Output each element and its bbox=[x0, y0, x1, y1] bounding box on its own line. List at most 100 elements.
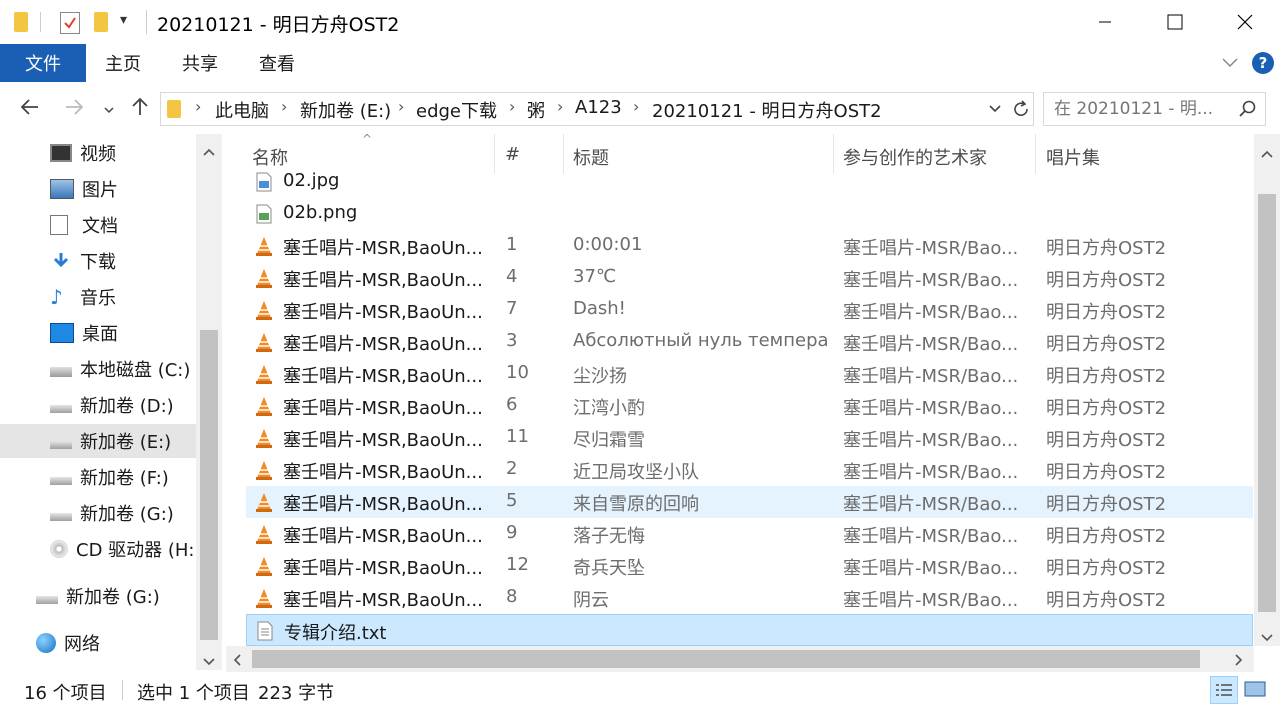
file-list-scroll-thumb[interactable] bbox=[1258, 194, 1276, 612]
album-name: 明日方舟OST2 bbox=[1046, 494, 1167, 515]
sidebar-item-drive-f[interactable]: 新加卷 (F:) bbox=[0, 460, 196, 494]
sidebar-item-music[interactable]: ♪ 音乐 bbox=[0, 280, 196, 314]
recent-locations-dropdown-icon[interactable] bbox=[102, 98, 116, 123]
file-row[interactable]: 塞壬唱片-MSR,BaoUn... 7 Dash! 塞壬唱片-MSR/Bao... 明日… bbox=[246, 294, 1253, 326]
file-row[interactable]: 塞壬唱片-MSR,BaoUn... 6 江湾小酌 塞壬唱片-MSR/Bao... 明日方… bbox=[246, 390, 1253, 422]
address-dropdown-icon[interactable] bbox=[987, 101, 1003, 121]
file-row[interactable]: 塞壬唱片-MSR,BaoUn... 8 阴云 塞壬唱片-MSR/Bao... 明日方舟O… bbox=[246, 582, 1253, 614]
track-title: 尘沙扬 bbox=[573, 366, 627, 387]
new-folder-icon[interactable] bbox=[94, 12, 108, 32]
sidebar-item-downloads[interactable]: 下载 bbox=[0, 244, 196, 278]
track-number: 12 bbox=[506, 554, 529, 575]
sidebar-item-videos[interactable]: 视频 bbox=[0, 136, 196, 170]
file-row[interactable]: 塞壬唱片-MSR,BaoUn... 4 37℃ 塞壬唱片-MSR/Bao... 明日方舟… bbox=[246, 262, 1253, 294]
vlc-media-icon bbox=[255, 460, 273, 480]
breadcrumb-separator-icon[interactable]: › bbox=[633, 97, 639, 116]
file-name: 塞壬唱片-MSR,BaoUn... bbox=[283, 302, 483, 323]
details-view-button[interactable] bbox=[1210, 676, 1238, 704]
scroll-down-icon[interactable] bbox=[202, 652, 216, 671]
breadcrumb-current-folder[interactable]: 20210121 - 明日方舟OST2 bbox=[652, 97, 882, 123]
breadcrumb-separator-icon[interactable]: › bbox=[509, 97, 515, 116]
contributing-artist: 塞壬唱片-MSR/Bao... bbox=[843, 590, 1019, 611]
album-name: 明日方舟OST2 bbox=[1046, 462, 1167, 483]
tab-file[interactable]: 文件 bbox=[0, 44, 86, 82]
sort-ascending-icon: ^ bbox=[362, 132, 373, 146]
drive-icon bbox=[50, 405, 72, 413]
column-header-number[interactable]: # bbox=[505, 144, 520, 165]
contributing-artist: 塞壬唱片-MSR/Bao... bbox=[843, 558, 1019, 579]
sidebar-item-drive-e[interactable]: 新加卷 (E:) bbox=[0, 424, 196, 458]
file-row[interactable]: 塞壬唱片-MSR,BaoUn... 10 尘沙扬 塞壬唱片-MSR/Bao... 明日方… bbox=[246, 358, 1253, 390]
large-icons-view-button[interactable] bbox=[1242, 676, 1270, 704]
tab-home[interactable]: 主页 bbox=[95, 44, 151, 82]
breadcrumb-separator-icon[interactable]: › bbox=[195, 97, 201, 116]
scroll-down-icon[interactable] bbox=[1260, 628, 1274, 647]
file-row[interactable]: 02b.png bbox=[246, 198, 1253, 230]
file-row[interactable]: 塞壬唱片-MSR,BaoUn... 2 近卫局攻坚小队 塞壬唱片-MSR/Bao...… bbox=[246, 454, 1253, 486]
scroll-right-icon[interactable] bbox=[1234, 652, 1244, 671]
breadcrumb-edge-downloads[interactable]: edge下载 bbox=[416, 97, 497, 123]
file-row[interactable]: 专辑介绍.txt bbox=[246, 614, 1253, 646]
help-icon[interactable]: ? bbox=[1252, 52, 1274, 74]
file-row[interactable]: 塞壬唱片-MSR,BaoUn... 1 0:00:01 塞壬唱片-MSR/Bao...… bbox=[246, 230, 1253, 262]
minimize-button[interactable] bbox=[1070, 0, 1140, 44]
scroll-up-icon[interactable] bbox=[202, 142, 216, 161]
search-box[interactable] bbox=[1043, 92, 1266, 126]
file-row[interactable]: 塞壬唱片-MSR,BaoUn... 3 Абсолютный нуль темпер… bbox=[246, 326, 1253, 358]
album-name: 明日方舟OST2 bbox=[1046, 366, 1167, 387]
properties-icon[interactable] bbox=[60, 12, 80, 34]
horizontal-scroll-thumb[interactable] bbox=[252, 650, 1200, 668]
close-button[interactable] bbox=[1210, 0, 1280, 44]
vlc-media-icon bbox=[255, 588, 273, 608]
sidebar-item-drive-d[interactable]: 新加卷 (D:) bbox=[0, 388, 196, 422]
search-icon[interactable] bbox=[1238, 99, 1258, 123]
expand-ribbon-icon[interactable] bbox=[1220, 52, 1240, 77]
sidebar-item-desktop[interactable]: 桌面 bbox=[0, 316, 196, 350]
sidebar-item-documents[interactable]: 文档 bbox=[0, 208, 196, 242]
horizontal-scrollbar[interactable] bbox=[226, 646, 1254, 672]
breadcrumb-zhou[interactable]: 粥 bbox=[527, 97, 545, 123]
sidebar-item-cd-drive[interactable]: CD 驱动器 (H: bbox=[0, 532, 196, 566]
tab-share[interactable]: 共享 bbox=[172, 44, 228, 82]
breadcrumb-separator-icon[interactable]: › bbox=[557, 97, 563, 116]
search-input[interactable] bbox=[1052, 96, 1236, 122]
breadcrumb-this-pc[interactable]: 此电脑 bbox=[215, 97, 269, 123]
breadcrumb-a123[interactable]: A123 bbox=[575, 97, 622, 118]
file-row[interactable]: 塞壬唱片-MSR,BaoUn... 12 奇兵天坠 塞壬唱片-MSR/Bao... 明日… bbox=[246, 550, 1253, 582]
sidebar-item-removable-g[interactable]: 新加卷 (G:) bbox=[0, 579, 196, 613]
vlc-media-icon bbox=[255, 364, 273, 384]
scroll-up-icon[interactable] bbox=[1260, 144, 1274, 163]
file-row[interactable]: 塞壬唱片-MSR,BaoUn... 5 来自雪原的回响 塞壬唱片-MSR/Bao...… bbox=[246, 486, 1253, 518]
sidebar-item-drive-g[interactable]: 新加卷 (G:) bbox=[0, 496, 196, 530]
quick-access-dropdown-icon[interactable]: ▾ bbox=[120, 12, 127, 28]
breadcrumb-separator-icon[interactable]: › bbox=[281, 97, 287, 116]
selection-count: 选中 1 个项目 bbox=[137, 683, 250, 704]
sidebar-item-drive-c[interactable]: 本地磁盘 (C:) bbox=[0, 352, 196, 386]
file-list-scrollbar[interactable] bbox=[1254, 134, 1280, 646]
file-row[interactable]: 02.jpg bbox=[246, 166, 1253, 198]
breadcrumb-drive-e[interactable]: 新加卷 (E:) bbox=[300, 97, 391, 123]
album-name: 明日方舟OST2 bbox=[1046, 398, 1167, 419]
documents-icon bbox=[50, 215, 68, 235]
scroll-left-icon[interactable] bbox=[232, 652, 242, 671]
address-bar[interactable]: › 此电脑 › 新加卷 (E:) › edge下载 › 粥 › A123 › 2… bbox=[160, 92, 1034, 126]
file-name: 塞壬唱片-MSR,BaoUn... bbox=[283, 526, 483, 547]
maximize-button[interactable] bbox=[1140, 0, 1210, 44]
file-row[interactable]: 塞壬唱片-MSR,BaoUn... 11 尽归霜雪 塞壬唱片-MSR/Bao... 明日… bbox=[246, 422, 1253, 454]
sidebar-item-pictures[interactable]: 图片 bbox=[0, 172, 196, 206]
refresh-icon[interactable] bbox=[1011, 99, 1031, 123]
album-name: 明日方舟OST2 bbox=[1046, 526, 1167, 547]
tab-view[interactable]: 查看 bbox=[249, 44, 305, 82]
track-number: 5 bbox=[506, 490, 518, 511]
sidebar-scrollbar[interactable] bbox=[196, 134, 222, 670]
forward-button[interactable] bbox=[62, 95, 86, 125]
sidebar-item-network[interactable]: 网络 bbox=[0, 626, 196, 660]
back-button[interactable] bbox=[18, 95, 42, 125]
folder-icon bbox=[167, 100, 181, 118]
up-button[interactable] bbox=[128, 95, 152, 125]
sidebar-item-label: 音乐 bbox=[80, 288, 116, 309]
sidebar-scroll-thumb[interactable] bbox=[200, 330, 218, 640]
file-row[interactable]: 塞壬唱片-MSR,BaoUn... 9 落子无悔 塞壬唱片-MSR/Bao... 明日方… bbox=[246, 518, 1253, 550]
album-name: 明日方舟OST2 bbox=[1046, 590, 1167, 611]
breadcrumb-separator-icon[interactable]: › bbox=[398, 97, 404, 116]
